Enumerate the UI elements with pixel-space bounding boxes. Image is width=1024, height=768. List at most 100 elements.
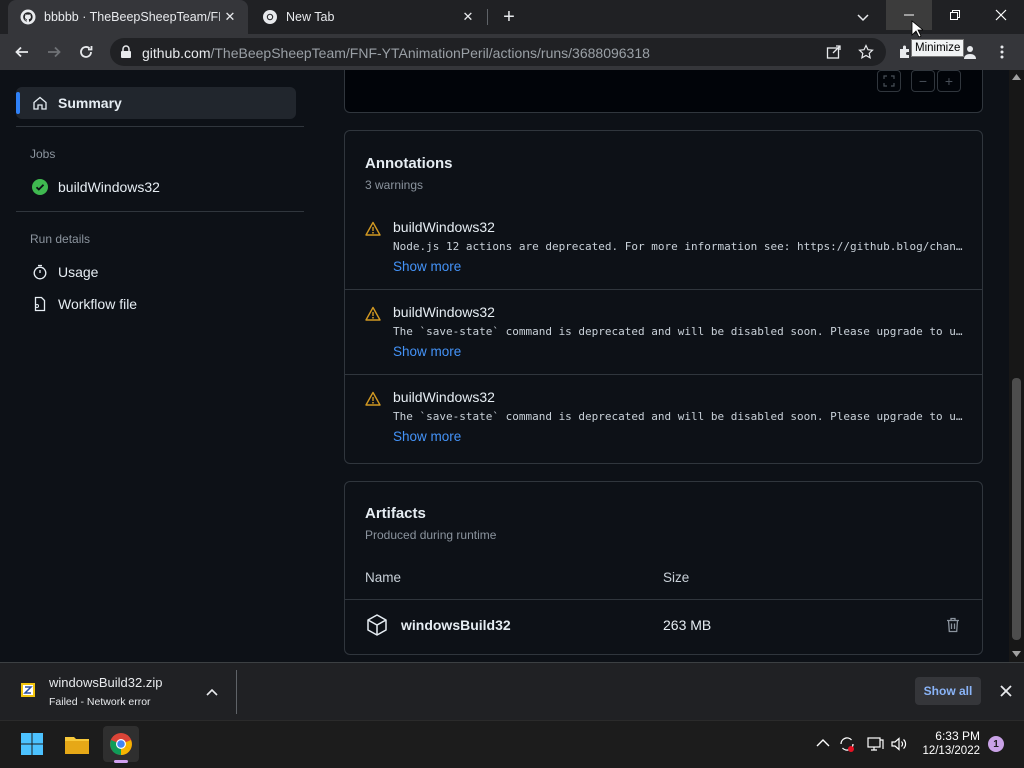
package-icon <box>367 614 387 636</box>
scrollbar-thumb[interactable] <box>1012 378 1021 640</box>
scroll-up-icon[interactable] <box>1012 74 1021 80</box>
new-tab-button[interactable]: + <box>498 6 520 28</box>
annotation-divider <box>345 374 982 375</box>
profile-icon[interactable] <box>962 44 978 60</box>
artifacts-title: Artifacts <box>365 505 426 522</box>
sidebar-summary[interactable]: Summary <box>32 95 122 111</box>
chrome-taskbar-button[interactable] <box>103 726 139 762</box>
show-more-link[interactable]: Show more <box>393 429 461 444</box>
column-header-name: Name <box>365 570 402 585</box>
warning-icon <box>365 391 381 406</box>
restore-button[interactable] <box>932 0 978 30</box>
minimize-tooltip: Minimize <box>911 39 965 57</box>
artifacts-subtitle: Produced during runtime <box>365 528 497 542</box>
bookmark-star-icon[interactable] <box>858 44 874 60</box>
minimize-button[interactable] <box>886 0 932 30</box>
home-icon <box>33 96 47 110</box>
sidebar-item-label: Workflow file <box>58 296 138 312</box>
annotation-job-name: buildWindows32 <box>393 389 495 405</box>
tab-close-icon[interactable]: ✕ <box>458 9 478 25</box>
tab-title: bbbbb · TheBeepSheepTeam/FNF <box>44 10 220 24</box>
reload-button[interactable] <box>74 40 98 64</box>
sync-icon[interactable] <box>838 735 856 753</box>
table-divider <box>345 599 982 600</box>
sidebar-item-label: Usage <box>58 264 99 280</box>
workflow-file-icon <box>34 296 46 312</box>
sidebar-item-label: buildWindows32 <box>58 179 160 195</box>
tab-github-run[interactable]: bbbbb · TheBeepSheepTeam/FNF ✕ <box>8 0 248 34</box>
annotation-item: buildWindows32 The `save-state` command … <box>345 298 982 383</box>
annotation-message: The `save-state` command is deprecated a… <box>393 325 963 338</box>
download-shelf <box>0 662 1024 720</box>
reload-icon <box>80 46 93 58</box>
volume-icon[interactable] <box>890 735 908 753</box>
fullscreen-icon <box>883 75 895 87</box>
stopwatch-icon <box>33 264 47 280</box>
fullscreen-button[interactable] <box>877 70 901 92</box>
back-arrow-icon <box>15 46 28 58</box>
forward-arrow-icon <box>48 46 61 58</box>
warning-icon <box>365 221 381 236</box>
artifact-name-link[interactable]: windowsBuild32 <box>401 617 511 633</box>
tab-new-tab[interactable]: New Tab ✕ <box>250 0 486 34</box>
download-filename[interactable]: windowsBuild32.zip <box>49 675 162 690</box>
back-button[interactable] <box>10 40 34 64</box>
close-window-button[interactable] <box>978 0 1024 30</box>
tab-strip: bbbbb · TheBeepSheepTeam/FNF ✕ New Tab ✕… <box>0 0 1024 34</box>
sidebar-divider <box>16 126 304 127</box>
tab-close-icon[interactable]: ✕ <box>220 9 240 25</box>
annotation-message: Node.js 12 actions are deprecated. For m… <box>393 240 963 253</box>
github-icon <box>20 9 36 25</box>
file-explorer-button[interactable] <box>59 726 95 762</box>
sidebar-heading-jobs: Jobs <box>30 147 56 161</box>
mouse-cursor-icon <box>911 20 923 38</box>
lock-icon[interactable] <box>120 45 132 59</box>
zoom-out-button[interactable]: − <box>911 70 935 92</box>
windows-logo-icon <box>21 733 43 755</box>
network-icon[interactable] <box>866 735 884 753</box>
clock-time[interactable]: 6:33 PM <box>920 729 980 743</box>
artifact-size: 263 MB <box>663 617 712 633</box>
trash-icon[interactable] <box>946 617 960 633</box>
annotation-job-name: buildWindows32 <box>393 304 495 320</box>
annotation-job-name: buildWindows32 <box>393 219 495 235</box>
warning-icon <box>365 306 381 321</box>
start-button[interactable] <box>14 726 50 762</box>
tab-search-icon[interactable] <box>852 6 874 28</box>
show-more-link[interactable]: Show more <box>393 259 461 274</box>
chevron-up-icon[interactable] <box>816 738 830 748</box>
menu-kebab-icon[interactable] <box>996 44 1008 60</box>
close-icon <box>995 9 1007 21</box>
sidebar-item-job[interactable]: buildWindows32 <box>32 179 160 195</box>
tab-divider <box>487 9 488 25</box>
chrome-icon <box>110 733 132 755</box>
annotation-item: buildWindows32 Node.js 12 actions are de… <box>345 213 982 298</box>
notification-badge[interactable]: 1 <box>988 736 1004 752</box>
sidebar-active-indicator <box>16 92 20 114</box>
zoom-in-button[interactable]: + <box>937 70 961 92</box>
sidebar-item-label: Summary <box>58 95 122 111</box>
show-more-link[interactable]: Show more <box>393 344 461 359</box>
active-app-indicator <box>114 760 128 763</box>
annotations-subtitle: 3 warnings <box>365 178 424 192</box>
share-icon[interactable] <box>826 44 842 60</box>
url-text[interactable]: github.com/TheBeepSheepTeam/FNF-YTAnimat… <box>142 45 650 61</box>
clock-date[interactable]: 12/13/2022 <box>916 745 980 757</box>
sidebar-heading-run-details: Run details <box>30 232 91 246</box>
zip-file-icon <box>21 683 35 697</box>
download-status: Failed - Network error <box>49 696 151 708</box>
chevron-up-icon[interactable] <box>206 687 218 697</box>
check-circle-icon <box>32 179 48 195</box>
column-header-size: Size <box>663 570 690 585</box>
sidebar-item-workflow-file[interactable]: Workflow file <box>32 296 137 312</box>
restore-icon <box>950 10 960 20</box>
annotation-divider <box>345 289 982 290</box>
forward-button[interactable] <box>42 40 66 64</box>
sidebar-divider <box>16 211 304 212</box>
sidebar-item-usage[interactable]: Usage <box>32 264 98 280</box>
close-download-bar-icon[interactable] <box>1000 685 1012 697</box>
annotation-item: buildWindows32 The `save-state` command … <box>345 383 982 468</box>
chrome-icon <box>263 10 277 24</box>
show-all-downloads-button[interactable]: Show all <box>915 677 981 705</box>
scroll-down-icon[interactable] <box>1012 651 1021 657</box>
